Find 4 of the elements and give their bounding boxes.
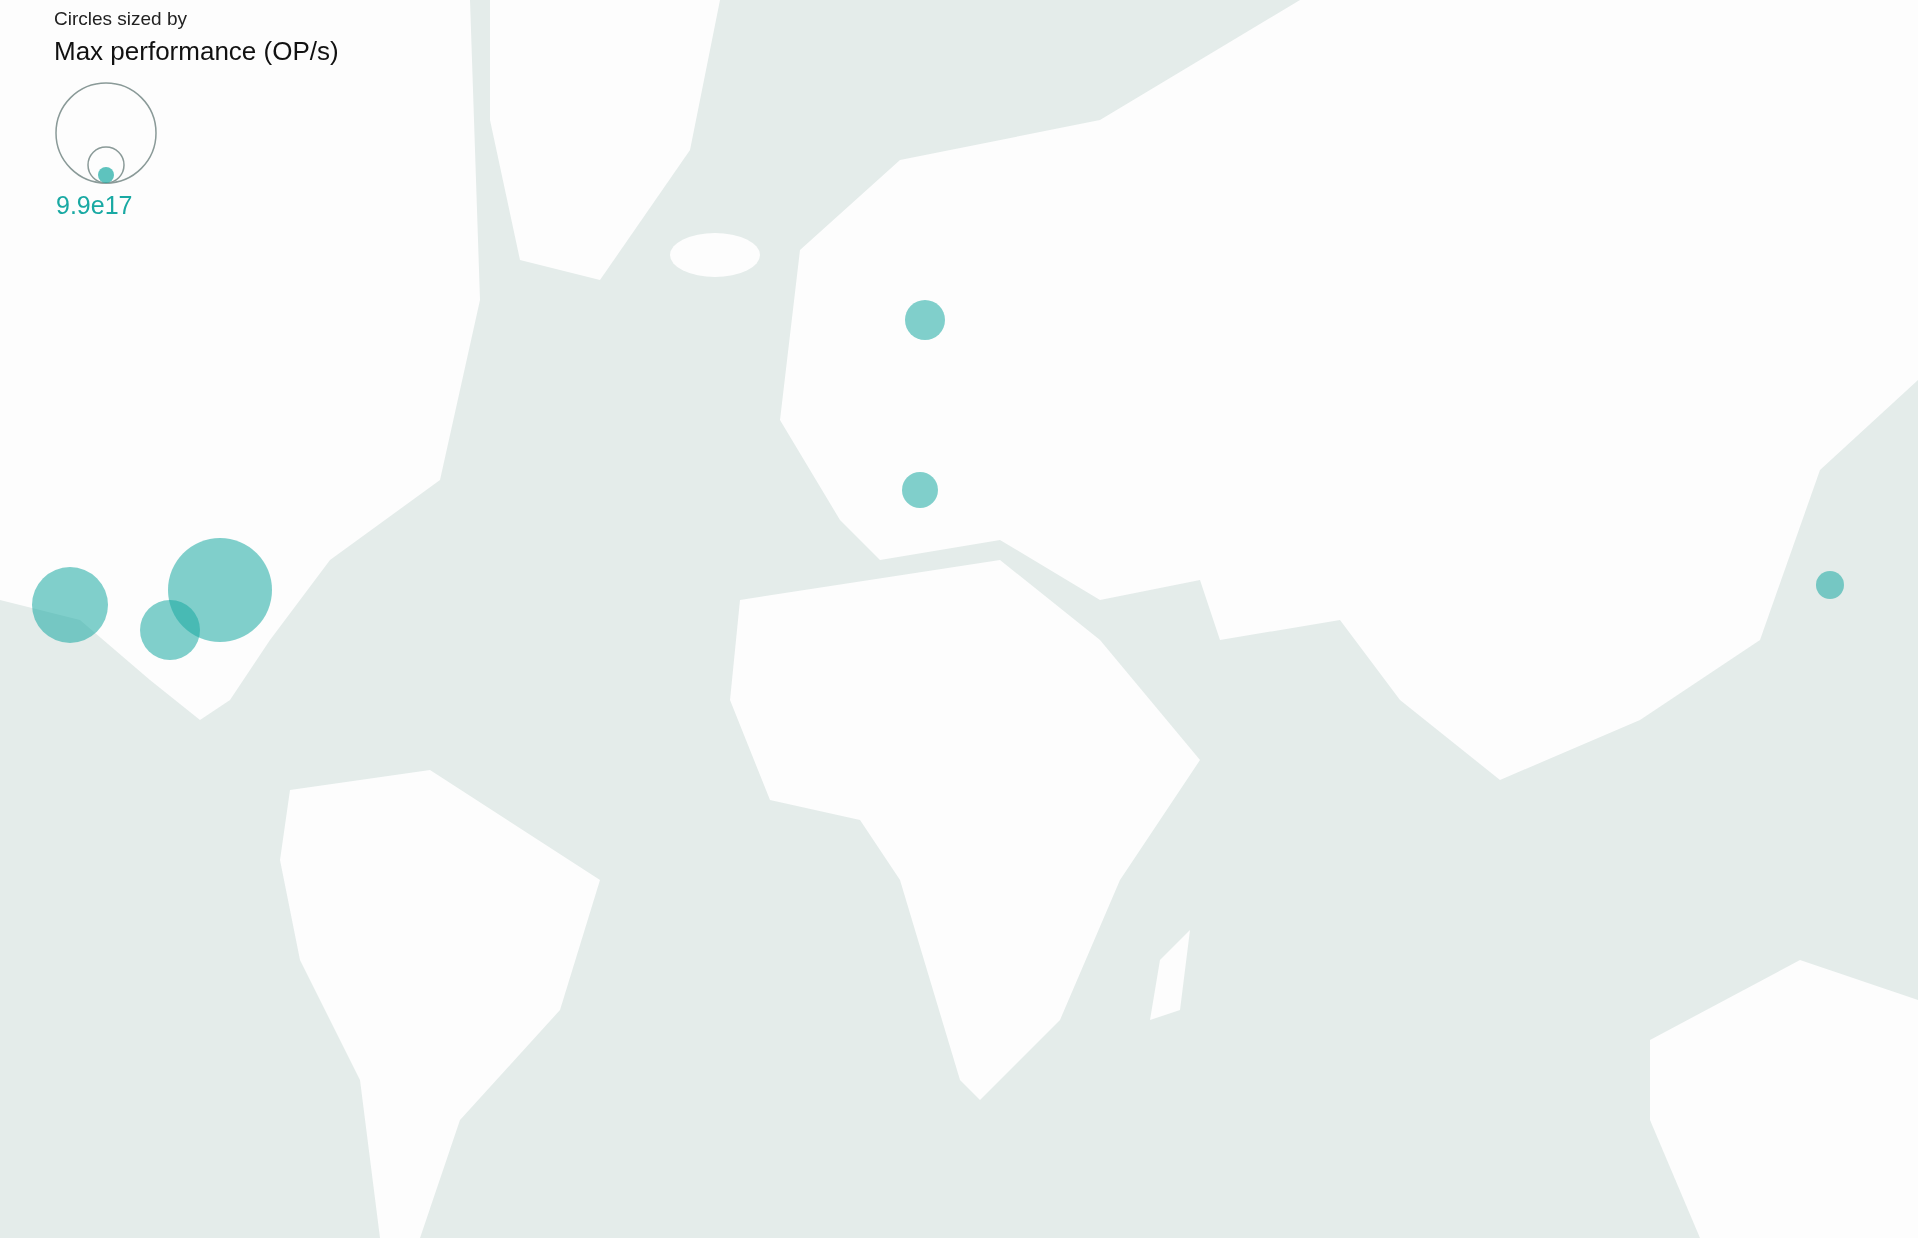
max-value-label: 9.9e17 bbox=[56, 191, 133, 220]
legend-caption: Circles sized by bbox=[54, 8, 188, 30]
legend-title: Max performance (OP/s) bbox=[54, 36, 339, 67]
circle-size-icon bbox=[54, 81, 158, 185]
